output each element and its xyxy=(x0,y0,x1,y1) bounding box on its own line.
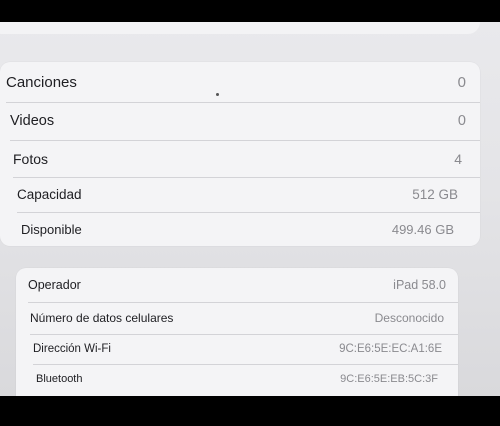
row-value: Desconocido xyxy=(374,311,444,325)
row-operador: Operador iPad 58.0 xyxy=(16,268,458,302)
row-label: Número de datos celulares xyxy=(30,311,174,325)
row-value: 499.46 GB xyxy=(391,221,454,237)
settings-screen: Canciones 0 Videos 0 Fotos 4 Capacidad 5… xyxy=(0,22,500,396)
row-value: 0 xyxy=(457,113,466,129)
row-wifi: Dirección Wi-Fi 9C:E6:5E:EC:A1:6E xyxy=(16,334,458,364)
row-label: Capacidad xyxy=(17,187,82,202)
screen-speck xyxy=(216,93,219,96)
row-label: Dirección Wi-Fi xyxy=(33,343,111,355)
row-label: Disponible xyxy=(21,221,82,237)
bezel-bottom xyxy=(0,396,500,426)
row-label: Videos xyxy=(10,113,55,129)
row-fotos: Fotos 4 xyxy=(0,140,480,177)
row-canciones: Canciones 0 xyxy=(0,62,480,102)
row-label: Canciones xyxy=(6,73,77,91)
row-value: iPad 58.0 xyxy=(393,278,446,292)
row-label: Bluetooth xyxy=(36,373,83,385)
storage-info-group: Canciones 0 Videos 0 Fotos 4 Capacidad 5… xyxy=(0,62,480,246)
row-capacidad: Capacidad 512 GB xyxy=(0,177,480,212)
row-value: 9C:E6:5E:EB:5C:3F xyxy=(340,373,438,385)
row-value: 512 GB xyxy=(412,187,458,202)
row-disponible: Disponible 499.46 GB xyxy=(0,212,480,246)
row-value: 4 xyxy=(454,150,462,167)
row-value: 9C:E6:5E:EC:A1:6E xyxy=(339,343,442,355)
row-numero-datos: Número de datos celulares Desconocido xyxy=(16,302,458,334)
row-bluetooth: Bluetooth 9C:E6:5E:EB:5C:3F xyxy=(16,364,458,394)
network-info-group: Operador iPad 58.0 Número de datos celul… xyxy=(16,268,458,396)
row-value: 0 xyxy=(457,73,466,91)
row-label: Operador xyxy=(28,278,81,292)
previous-group-card xyxy=(0,22,480,34)
row-videos: Videos 0 xyxy=(0,102,480,140)
row-label: Fotos xyxy=(13,150,49,167)
